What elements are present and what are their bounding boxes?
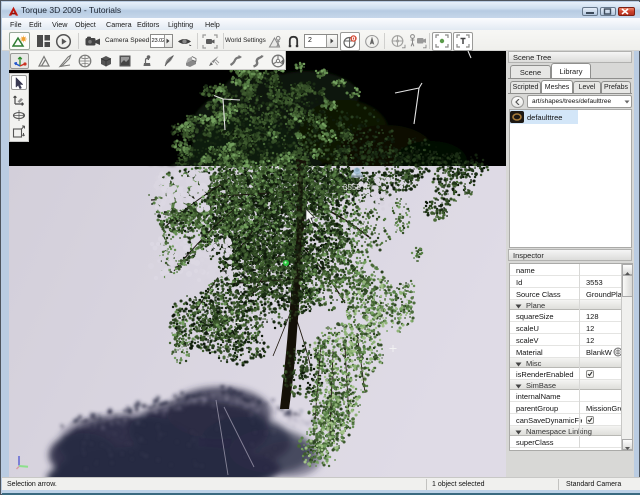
svg-text:3553 (Pl: 3553 (Pl [343,183,373,192]
svg-text:Pl 12: Pl 12 [271,271,285,277]
